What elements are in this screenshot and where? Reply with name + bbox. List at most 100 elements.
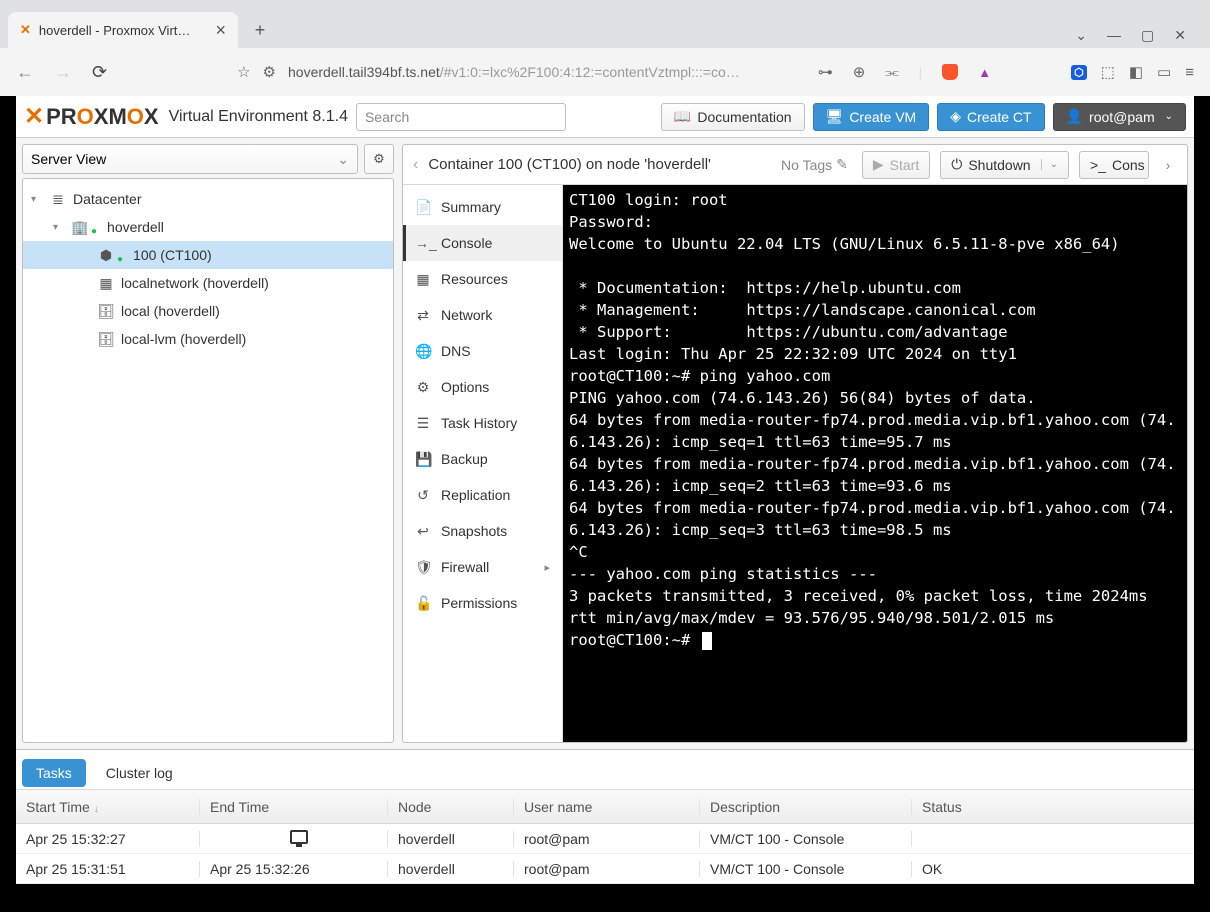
forward-button: → — [54, 62, 72, 83]
server-icon: ≣ — [49, 191, 67, 208]
nav-icon: 🛡 — [415, 559, 431, 576]
nav-label: Backup — [441, 451, 488, 467]
tags-area[interactable]: No Tags ✎ — [781, 156, 848, 173]
building-icon: 🏢 — [71, 219, 89, 236]
subnav-console[interactable]: →_ Console — [403, 225, 562, 261]
cell-desc: VM/CT 100 - Console — [700, 861, 912, 877]
breadcrumb-back-icon[interactable]: ‹ — [413, 156, 418, 174]
site-settings-icon[interactable]: ⚙ — [263, 63, 276, 81]
browser-tab[interactable]: ✕ hoverdell - Proxmox Virt… × — [8, 12, 238, 48]
nav-icon: ⚙ — [415, 379, 431, 396]
bookmark-icon[interactable]: ☆ — [237, 63, 250, 81]
tab-close-icon[interactable]: × — [215, 20, 226, 41]
nav-label: Summary — [441, 199, 501, 215]
nav-icon: ▦ — [415, 271, 431, 288]
search-input[interactable]: Search — [356, 103, 566, 131]
nav-label: DNS — [441, 343, 471, 359]
tree-item[interactable]: 🗄local (hoverdell) — [23, 297, 393, 325]
tab-cluster-log[interactable]: Cluster log — [92, 759, 187, 787]
expand-icon[interactable]: ▾ — [31, 194, 43, 205]
cube-icon: ⬢ — [97, 247, 115, 264]
nav-label: Firewall — [441, 559, 489, 575]
col-end-time[interactable]: End Time — [200, 799, 388, 815]
key-icon[interactable]: ⊶ — [818, 63, 833, 81]
console-button[interactable]: >_ Cons — [1079, 151, 1149, 179]
create-vm-button[interactable]: 🖥 Create VM — [813, 103, 930, 131]
cube-icon: ◈ — [950, 108, 961, 125]
brave-rewards-icon[interactable]: ▲ — [978, 65, 991, 80]
tab-favicon: ✕ — [20, 22, 31, 38]
zoom-icon[interactable]: ⊕ — [853, 63, 866, 81]
reload-button[interactable]: ⟳ — [92, 62, 107, 83]
shutdown-button[interactable]: ⏻ Shutdown ⌄ — [940, 151, 1069, 179]
proxmox-app: ✕PROXMOX Virtual Environment 8.1.4 Searc… — [16, 96, 1194, 884]
col-node[interactable]: Node — [388, 799, 514, 815]
app-menu-icon[interactable]: ≡ — [1185, 64, 1194, 81]
chevron-down-icon[interactable]: ⌄ — [1041, 159, 1058, 170]
extensions-icon[interactable]: ⬚ — [1101, 63, 1115, 81]
db-icon: 🗄 — [97, 303, 115, 320]
subnav-network[interactable]: ⇄Network — [403, 297, 562, 333]
console-terminal[interactable]: CT100 login: root Password: Welcome to U… — [563, 185, 1187, 742]
subnav-task-history[interactable]: ☰Task History — [403, 405, 562, 441]
running-task-icon — [290, 830, 308, 844]
sidepanel-icon[interactable]: ◧ — [1129, 63, 1143, 81]
nav-icon: 📄 — [415, 199, 431, 216]
tree-item[interactable]: ▾≣Datacenter — [23, 185, 393, 213]
chevron-down-icon[interactable]: ⌄ — [1075, 27, 1087, 44]
nav-icon: →_ — [415, 235, 431, 251]
subnav-permissions[interactable]: 🔓Permissions — [403, 585, 562, 621]
shutdown-label: Shutdown — [968, 157, 1030, 173]
nav-icon: 🔓 — [415, 595, 431, 612]
sub-nav: 📄Summary→_Console▦Resources⇄Network🌐DNS⚙… — [403, 185, 563, 742]
tree-label: localnetwork (hoverdell) — [121, 275, 269, 291]
user-menu-button[interactable]: 👤 root@pam ⌄ — [1053, 103, 1186, 131]
create-ct-button[interactable]: ◈ Create CT — [937, 103, 1044, 131]
env-label: Virtual Environment 8.1.4 — [169, 108, 348, 126]
grid-icon: ▦ — [97, 275, 115, 292]
close-window-icon[interactable]: ✕ — [1174, 27, 1186, 44]
start-button[interactable]: ▶ Start — [862, 151, 930, 179]
tree-label: 100 (CT100) — [133, 247, 212, 263]
proxmox-logo[interactable]: ✕PROXMOX — [24, 102, 159, 131]
new-tab-button[interactable]: + — [246, 16, 274, 44]
minimize-icon[interactable]: — — [1107, 27, 1121, 44]
book-icon: 📖 — [674, 108, 691, 125]
tree-item[interactable]: ⬢●100 (CT100) — [23, 241, 393, 269]
subnav-backup[interactable]: 💾Backup — [403, 441, 562, 477]
task-row[interactable]: Apr 25 15:31:51Apr 25 15:32:26hoverdellr… — [16, 854, 1194, 884]
documentation-button[interactable]: 📖 Documentation — [661, 103, 805, 131]
back-button[interactable]: ← — [16, 62, 34, 83]
col-start-time[interactable]: Start Time↓ — [16, 799, 200, 815]
subnav-firewall[interactable]: 🛡Firewall▸ — [403, 549, 562, 585]
bitwarden-icon[interactable]: ⬡ — [1071, 65, 1087, 80]
view-selector[interactable]: Server View ⌄ — [22, 144, 358, 174]
subnav-resources[interactable]: ▦Resources — [403, 261, 562, 297]
nav-label: Console — [441, 235, 492, 251]
maximize-icon[interactable]: ▢ — [1141, 27, 1154, 44]
wallet-icon[interactable]: ▭ — [1157, 63, 1171, 81]
subnav-replication[interactable]: ↺Replication — [403, 477, 562, 513]
subnav-options[interactable]: ⚙Options — [403, 369, 562, 405]
tree-item[interactable]: ▦ localnetwork (hoverdell) — [23, 269, 393, 297]
url-display[interactable]: hoverdell.tail394bf.ts.net/#v1:0:=lxc%2F… — [288, 64, 740, 80]
more-actions-icon[interactable]: › — [1159, 157, 1177, 173]
grid-header: Start Time↓ End Time Node User name Desc… — [16, 790, 1194, 824]
window-controls: ⌄ — ▢ ✕ — [1075, 27, 1202, 44]
col-status[interactable]: Status — [912, 799, 1194, 815]
col-description[interactable]: Description — [700, 799, 912, 815]
tree-item[interactable]: ▾🏢●hoverdell — [23, 213, 393, 241]
subnav-summary[interactable]: 📄 Summary — [403, 189, 562, 225]
expand-icon[interactable]: ▾ — [53, 222, 65, 233]
edit-tags-icon[interactable]: ✎ — [836, 156, 848, 173]
subnav-dns[interactable]: 🌐DNS — [403, 333, 562, 369]
task-row[interactable]: Apr 25 15:32:27hoverdellroot@pamVM/CT 10… — [16, 824, 1194, 854]
terminal-icon: >_ — [1090, 157, 1106, 173]
brave-shield-icon[interactable] — [942, 64, 958, 80]
tree-item[interactable]: 🗄local-lvm (hoverdell) — [23, 325, 393, 353]
col-user[interactable]: User name — [514, 799, 700, 815]
subnav-snapshots[interactable]: ↩Snapshots — [403, 513, 562, 549]
tab-tasks[interactable]: Tasks — [22, 759, 86, 787]
settings-button[interactable]: ⚙ — [364, 144, 394, 174]
share-icon[interactable]: ⫘ — [885, 64, 899, 81]
